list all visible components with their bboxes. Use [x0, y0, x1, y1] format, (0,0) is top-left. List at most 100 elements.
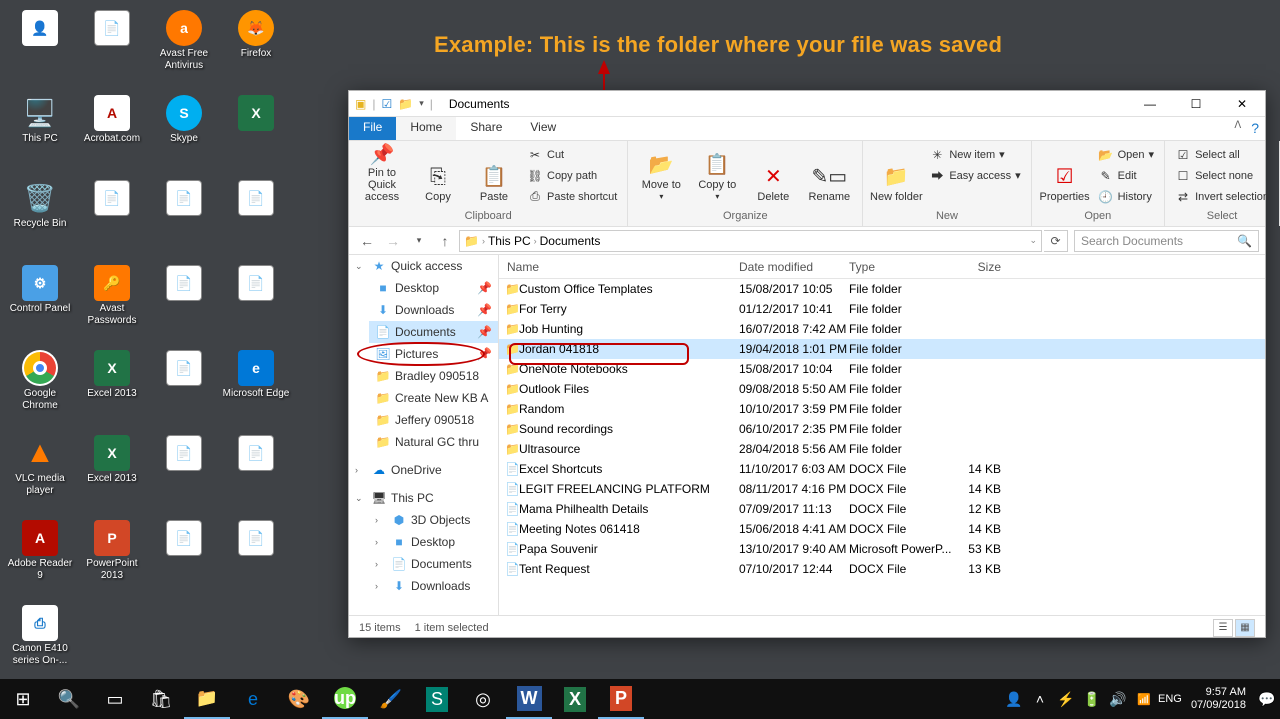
- paste-button[interactable]: 📋Paste: [467, 143, 521, 203]
- close-button[interactable]: ✕: [1219, 91, 1265, 117]
- desktop-icon-canon[interactable]: ⎙Canon E410 series On-...: [4, 599, 76, 684]
- file-row[interactable]: 📁For Terry01/12/2017 10:41File folder: [499, 299, 1265, 319]
- desktop-icon-this-pc[interactable]: 🖥️This PC: [4, 89, 76, 174]
- forward-button[interactable]: →: [381, 230, 405, 252]
- desktop-icon-adobe-reader[interactable]: AAdobe Reader 9: [4, 514, 76, 599]
- minimize-button[interactable]: ―: [1127, 91, 1173, 117]
- taskbar-store[interactable]: 🛍: [138, 679, 184, 719]
- nav-documents[interactable]: 📄Documents📌: [369, 321, 498, 343]
- desktop-icon-powerpoint[interactable]: PPowerPoint 2013: [76, 514, 148, 599]
- desktop-icon-edge[interactable]: eMicrosoft Edge: [220, 344, 292, 429]
- desktop-icon[interactable]: 📄: [148, 174, 220, 259]
- tray-volume-icon[interactable]: 🔊: [1105, 691, 1131, 708]
- desktop-icon-avast[interactable]: aAvast Free Antivirus: [148, 4, 220, 89]
- tab-file[interactable]: File: [349, 117, 396, 140]
- tab-home[interactable]: Home: [396, 117, 456, 140]
- titlebar[interactable]: ▣ | ☑ 📁 ▾ | Documents ― ☐ ✕: [349, 91, 1265, 117]
- tray-chevron-up-icon[interactable]: ˄: [1027, 691, 1053, 707]
- nav-desktop[interactable]: ■Desktop📌: [369, 277, 498, 299]
- taskbar-upwork[interactable]: up: [322, 679, 368, 719]
- search-button[interactable]: 🔍: [46, 679, 92, 719]
- nav-documents[interactable]: ›📄Documents: [369, 553, 498, 575]
- nav-3d-objects[interactable]: ›⬢3D Objects: [369, 509, 498, 531]
- col-name[interactable]: Name: [499, 260, 739, 274]
- refresh-button[interactable]: ⟳: [1044, 230, 1068, 252]
- file-row[interactable]: 📄Excel Shortcuts11/10/2017 6:03 AMDOCX F…: [499, 459, 1265, 479]
- cut-button[interactable]: ✂Cut: [523, 145, 621, 164]
- col-type[interactable]: Type: [849, 260, 961, 274]
- easy-access-button[interactable]: ⮕Easy access ▾: [925, 166, 1024, 185]
- search-input[interactable]: Search Documents🔍: [1074, 230, 1259, 252]
- invert-selection-button[interactable]: ⇄Invert selection: [1171, 187, 1273, 206]
- nav-pictures[interactable]: 🖼Pictures📌: [369, 343, 498, 365]
- nav-onedrive[interactable]: ›☁OneDrive: [349, 459, 498, 481]
- taskbar-chrome[interactable]: ◎: [460, 679, 506, 719]
- copy-to-button[interactable]: 📋Copy to▾: [690, 143, 744, 203]
- desktop-icon-skype[interactable]: SSkype: [148, 89, 220, 174]
- nav-this-pc[interactable]: ⌄🖥This PC: [349, 487, 498, 509]
- start-button[interactable]: ⊞: [0, 679, 46, 719]
- col-date[interactable]: Date modified: [739, 260, 849, 274]
- tray-charging-icon[interactable]: ⚡: [1053, 691, 1079, 708]
- view-details-button[interactable]: ☰: [1213, 619, 1233, 637]
- desktop-icon-acrobat[interactable]: AAcrobat.com: [76, 89, 148, 174]
- file-row[interactable]: 📄LEGIT FREELANCING PLATFORM08/11/2017 4:…: [499, 479, 1265, 499]
- file-row[interactable]: 📁Sound recordings06/10/2017 2:35 PMFile …: [499, 419, 1265, 439]
- new-folder-button[interactable]: 📁New folder: [869, 143, 923, 203]
- taskbar-explorer[interactable]: 📁: [184, 679, 230, 719]
- nav-quick-access[interactable]: ⌄★Quick access: [349, 255, 498, 277]
- taskbar[interactable]: ⊞ 🔍 ▭ 🛍 📁 e 🎨 up 🖌️ S ◎ W X P 👤 ˄ ⚡ 🔋 🔊 …: [0, 679, 1280, 719]
- up-button[interactable]: ↑: [433, 230, 457, 252]
- desktop-icon-firefox[interactable]: 🦊Firefox: [220, 4, 292, 89]
- desktop-icon[interactable]: 📄: [220, 429, 292, 514]
- tray-language[interactable]: ENG: [1157, 693, 1183, 705]
- nav-folder[interactable]: 📁Create New KB A: [369, 387, 498, 409]
- task-view-button[interactable]: ▭: [92, 679, 138, 719]
- qat-dropdown-icon[interactable]: ▾: [419, 98, 424, 109]
- tray-people-icon[interactable]: 👤: [1001, 691, 1027, 708]
- desktop-icon[interactable]: 📄: [76, 174, 148, 259]
- nav-downloads[interactable]: ›⬇Downloads: [369, 575, 498, 597]
- nav-folder[interactable]: 📁Bradley 090518: [369, 365, 498, 387]
- tab-share[interactable]: Share: [456, 117, 516, 140]
- file-row[interactable]: 📁Job Hunting16/07/2018 7:42 AMFile folde…: [499, 319, 1265, 339]
- rename-button[interactable]: ✎▭Rename: [802, 143, 856, 203]
- col-size[interactable]: Size: [961, 260, 1021, 274]
- pin-quick-access-button[interactable]: 📌Pin to Quick access: [355, 143, 409, 203]
- edit-button[interactable]: ✎Edit: [1094, 166, 1158, 185]
- tray-wifi-icon[interactable]: 📶: [1131, 693, 1157, 706]
- desktop-icon-excel[interactable]: XExcel 2013: [76, 344, 148, 429]
- copy-path-button[interactable]: ⛓Copy path: [523, 166, 621, 185]
- delete-button[interactable]: ✕Delete: [746, 143, 800, 203]
- desktop-icon[interactable]: 👤: [4, 4, 76, 89]
- tray-notifications-icon[interactable]: 💬: [1254, 691, 1280, 708]
- file-row[interactable]: 📄Mama Philhealth Details07/09/2017 11:13…: [499, 499, 1265, 519]
- desktop-icon-vlc[interactable]: ▲VLC media player: [4, 429, 76, 514]
- properties-button[interactable]: ☑Properties: [1038, 143, 1092, 203]
- view-icons-button[interactable]: ▦: [1235, 619, 1255, 637]
- desktop-icon[interactable]: 📄: [220, 514, 292, 599]
- taskbar-word[interactable]: W: [506, 679, 552, 719]
- desktop-icon-chrome[interactable]: Google Chrome: [4, 344, 76, 429]
- desktop-icon-control-panel[interactable]: ⚙Control Panel: [4, 259, 76, 344]
- breadcrumb[interactable]: This PC: [488, 234, 531, 248]
- desktop-icon[interactable]: 📄: [148, 344, 220, 429]
- desktop-icon[interactable]: 📄: [148, 514, 220, 599]
- desktop-icon[interactable]: 📄: [148, 429, 220, 514]
- ribbon-collapse-icon[interactable]: ᐱ: [1230, 117, 1245, 140]
- maximize-button[interactable]: ☐: [1173, 91, 1219, 117]
- desktop-icon-avast-passwords[interactable]: 🔑Avast Passwords: [76, 259, 148, 344]
- desktop-icon[interactable]: 📄: [76, 4, 148, 89]
- desktop-icon[interactable]: X: [220, 89, 292, 174]
- paste-shortcut-button[interactable]: ⎙Paste shortcut: [523, 187, 621, 206]
- select-none-button[interactable]: ☐Select none: [1171, 166, 1273, 185]
- file-row[interactable]: 📁Ultrasource28/04/2018 5:56 AMFile folde…: [499, 439, 1265, 459]
- open-button[interactable]: 📂Open ▾: [1094, 145, 1158, 164]
- taskbar-paint[interactable]: 🖌️: [368, 679, 414, 719]
- history-button[interactable]: 🕘History: [1094, 187, 1158, 206]
- nav-downloads[interactable]: ⬇Downloads📌: [369, 299, 498, 321]
- recent-dropdown[interactable]: ▾: [407, 230, 431, 252]
- taskbar-sway[interactable]: S: [414, 679, 460, 719]
- copy-button[interactable]: ⎘Copy: [411, 143, 465, 203]
- desktop-icon[interactable]: 📄: [220, 259, 292, 344]
